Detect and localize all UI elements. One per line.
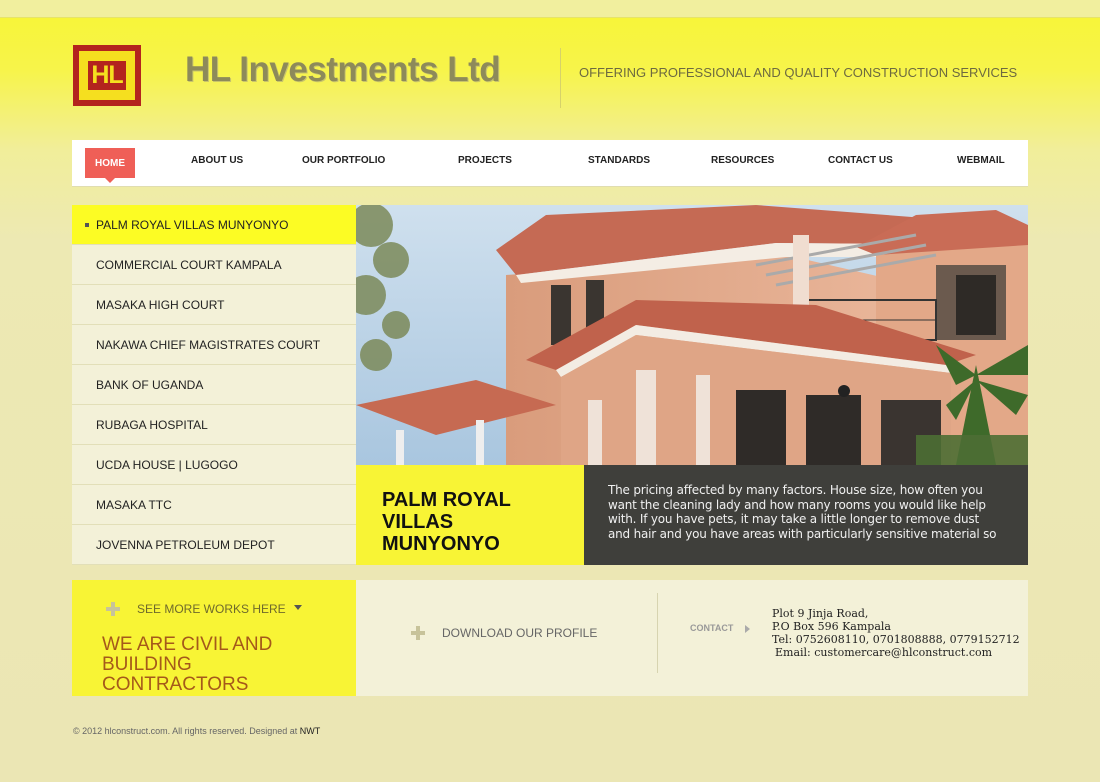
info-box: DOWNLOAD OUR PROFILE CONTACT Plot 9 Jinj… — [356, 580, 1028, 696]
nav-item-about-us[interactable]: ABOUT US — [191, 155, 243, 166]
download-profile-label: DOWNLOAD OUR PROFILE — [442, 626, 598, 640]
project-item-palm-royal-villas[interactable]: PALM ROYAL VILLAS MUNYONYO — [72, 205, 362, 245]
header-divider — [560, 48, 561, 108]
project-list: PALM ROYAL VILLAS MUNYONYO COMMERCIAL CO… — [72, 205, 362, 565]
nav-item-contact-us[interactable]: CONTACT US — [828, 155, 893, 166]
nav-item-webmail[interactable]: WEBMAIL — [957, 155, 1005, 166]
contact-address-line1: Plot 9 Jinja Road, — [772, 607, 869, 620]
contact-telephone: Tel: 0752608110, 0701808888, 0779152712 — [772, 633, 1020, 646]
project-item-rubaga-hospital[interactable]: RUBAGA HOSPITAL — [72, 405, 356, 445]
feature-description: The pricing affected by many factors. Ho… — [608, 483, 997, 541]
feature-title: PALM ROYAL VILLAS MUNYONYO — [382, 489, 511, 555]
contact-address-line2: P.O Box 596 Kampala — [772, 620, 891, 633]
nav-item-resources[interactable]: RESOURCES — [711, 155, 774, 166]
contact-email[interactable]: Email: customercare@hlconstruct.com — [772, 646, 1020, 659]
footer-copyright: © 2012 hlconstruct.com. All rights reser… — [73, 726, 298, 736]
project-item-jovenna-depot[interactable]: JOVENNA PETROLEUM DEPOT — [72, 525, 356, 565]
see-more-label: SEE MORE WORKS HERE — [137, 602, 286, 616]
contact-details: Plot 9 Jinja Road, P.O Box 596 Kampala T… — [772, 607, 1020, 659]
chevron-down-icon[interactable] — [294, 605, 302, 610]
logo-inner: HL — [79, 51, 135, 100]
plus-icon — [106, 602, 120, 616]
nav-item-home[interactable]: HOME — [85, 148, 135, 183]
project-item-ucda-house[interactable]: UCDA HOUSE | LUGOGO — [72, 445, 356, 485]
brand-title: HL Investments Ltd — [185, 50, 501, 89]
feature-description-panel: The pricing affected by many factors. Ho… — [584, 465, 1028, 565]
nav-item-standards[interactable]: STANDARDS — [588, 155, 650, 166]
nav-item-our-portfolio[interactable]: OUR PORTFOLIO — [302, 155, 385, 166]
tagline: OFFERING PROFESSIONAL AND QUALITY CONSTR… — [579, 65, 1018, 80]
nav-item-projects[interactable]: PROJECTS — [458, 155, 512, 166]
project-item-commercial-court[interactable]: COMMERCIAL COURT KAMPALA — [72, 245, 356, 285]
download-profile-link[interactable]: DOWNLOAD OUR PROFILE — [411, 626, 597, 640]
box-divider — [657, 593, 658, 673]
hl-logo[interactable]: HL — [73, 45, 141, 106]
footer: © 2012 hlconstruct.com. All rights reser… — [73, 726, 320, 736]
main-nav: HOME ABOUT US OUR PORTFOLIO PROJECTS STA… — [72, 140, 1028, 187]
contact-label: CONTACT — [690, 623, 734, 633]
see-more-works-link[interactable]: SEE MORE WORKS HERE — [106, 602, 286, 616]
designer-link[interactable]: NWT — [300, 726, 321, 736]
plus-icon — [411, 626, 425, 640]
project-item-nakawa-court[interactable]: NAKAWA CHIEF MAGISTRATES COURT — [72, 325, 356, 365]
project-item-bank-of-uganda[interactable]: BANK OF UGANDA — [72, 365, 356, 405]
feature-caption: PALM ROYAL VILLAS MUNYONYO — [356, 465, 584, 565]
promo-box: SEE MORE WORKS HERE WE ARE CIVIL AND BUI… — [72, 580, 356, 696]
slogan: WE ARE CIVIL AND BUILDING CONTRACTORS — [102, 634, 273, 695]
arrow-right-icon — [745, 625, 750, 633]
project-item-masaka-high-court[interactable]: MASAKA HIGH COURT — [72, 285, 356, 325]
logo-text: HL — [88, 61, 126, 90]
project-item-masaka-ttc[interactable]: MASAKA TTC — [72, 485, 356, 525]
hero-image — [356, 205, 1028, 465]
house-illustration — [356, 205, 1028, 465]
top-strip — [0, 0, 1100, 18]
